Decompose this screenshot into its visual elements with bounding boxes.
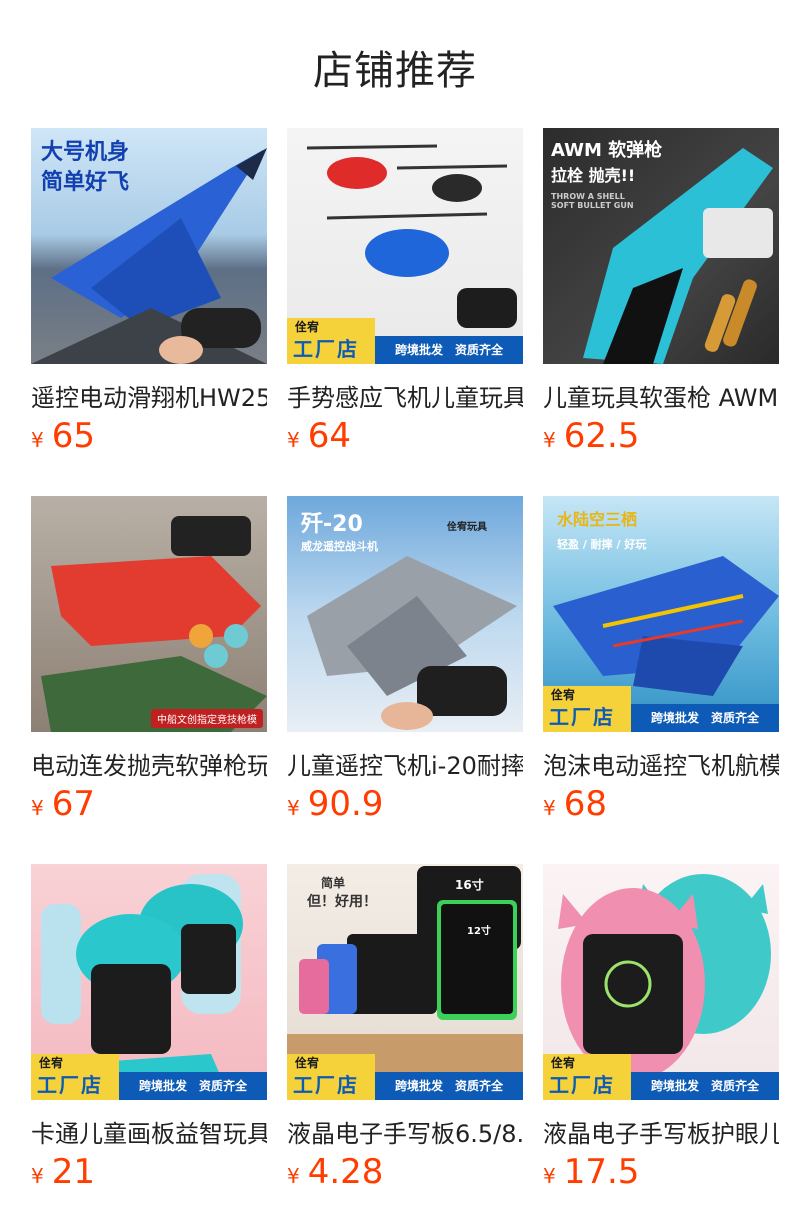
product-card[interactable]: 佺宥 工厂店 跨境批发 资质齐全 手势感应飞机儿童玩具 ¥64 bbox=[287, 128, 523, 456]
product-name[interactable]: 遥控电动滑翔机HW25 bbox=[31, 378, 267, 413]
factory-store-banner: 佺宥 工厂店 跨境批发 资质齐全 bbox=[31, 1054, 267, 1100]
product-name[interactable]: 液晶电子手写板6.5/8.5 bbox=[287, 1114, 523, 1149]
product-name[interactable]: 液晶电子手写板护眼儿童 bbox=[543, 1114, 779, 1149]
overlay-text: 歼-20 威龙遥控战斗机 bbox=[301, 512, 378, 553]
size-label-16: 16寸 bbox=[455, 878, 484, 892]
product-image[interactable]: 歼-20 威龙遥控战斗机 佺宥玩具 bbox=[287, 496, 523, 732]
product-card[interactable]: 中船文创指定竞技枪模 电动连发抛壳软弹枪玩具 ¥67 bbox=[31, 496, 267, 824]
overlay-text: 水陆空三栖 轻盈 / 耐摔 / 好玩 bbox=[557, 510, 647, 551]
product-image[interactable]: 水陆空三栖 轻盈 / 耐摔 / 好玩 佺宥 工厂店 跨境批发 资质齐全 bbox=[543, 496, 779, 732]
product-name[interactable]: 手势感应飞机儿童玩具 bbox=[287, 378, 523, 413]
product-price: ¥64 bbox=[287, 416, 351, 456]
overlay-text: 简单 但！好用！ bbox=[307, 876, 377, 910]
product-image[interactable]: 简单 但！好用！ 16寸 12寸 佺宥 工厂店 跨境批发 资质齐全 bbox=[287, 864, 523, 1100]
product-image[interactable]: 大号机身 简单好飞 bbox=[31, 128, 267, 364]
product-price: ¥17.5 bbox=[543, 1152, 640, 1192]
product-price: ¥65 bbox=[31, 416, 95, 456]
factory-store-banner: 佺宥 工厂店 跨境批发 资质齐全 bbox=[543, 686, 779, 732]
factory-store-banner: 佺宥 工厂店 跨境批发 资质齐全 bbox=[543, 1054, 779, 1100]
overlay-text: AWM 软弹枪 拉栓 抛壳!! THROW A SHELL SOFT BULLE… bbox=[551, 140, 663, 210]
overlay-text: 大号机身 简单好飞 bbox=[41, 140, 130, 195]
brand-tag: 中船文创指定竞技枪模 bbox=[151, 709, 263, 728]
product-card[interactable]: AWM 软弹枪 拉栓 抛壳!! THROW A SHELL SOFT BULLE… bbox=[543, 128, 779, 456]
product-name[interactable]: 泡沫电动遥控飞机航模 bbox=[543, 746, 779, 781]
product-image[interactable]: AWM 软弹枪 拉栓 抛壳!! THROW A SHELL SOFT BULLE… bbox=[543, 128, 779, 364]
product-card[interactable]: 佺宥工厂店 跨境批发 资质齐全 液晶电子手写板护眼儿童 ¥17.5 bbox=[543, 864, 779, 1192]
foam-blaster-illustration bbox=[41, 516, 267, 732]
page-title: 店铺推荐 bbox=[313, 48, 477, 94]
product-card[interactable]: 水陆空三栖 轻盈 / 耐摔 / 好玩 佺宥 工厂店 跨境批发 资质齐全 泡沫电动遥… bbox=[543, 496, 779, 824]
product-price: ¥4.28 bbox=[287, 1152, 384, 1192]
product-price: ¥67 bbox=[31, 784, 95, 824]
product-price: ¥90.9 bbox=[287, 784, 384, 824]
product-card[interactable]: 佺宥 工厂店 跨境批发 资质齐全 卡通儿童画板益智玩具 ¥21 bbox=[31, 864, 267, 1192]
product-image[interactable]: 佺宥 工厂店 跨境批发 资质齐全 bbox=[543, 864, 779, 1100]
product-image[interactable]: 佺宥 工厂店 跨境批发 资质齐全 bbox=[287, 128, 523, 364]
product-name[interactable]: 电动连发抛壳软弹枪玩具 bbox=[31, 746, 267, 781]
factory-store-banner: 佺宥 工厂店 跨境批发 资质齐全 bbox=[287, 318, 523, 364]
product-card[interactable]: 简单 但！好用！ 16寸 12寸 佺宥 工厂店 跨境批发 资质齐全 液晶电子手写板… bbox=[287, 864, 523, 1192]
product-name[interactable]: 儿童玩具软蛋枪 AWM bbox=[543, 378, 779, 413]
product-name[interactable]: 儿童遥控飞机i-20耐摔 bbox=[287, 746, 523, 781]
factory-store-banner: 佺宥 工厂店 跨境批发 资质齐全 bbox=[287, 1054, 523, 1100]
product-card[interactable]: 大号机身 简单好飞 遥控电动滑翔机HW25 ¥65 bbox=[31, 128, 267, 456]
product-price: ¥68 bbox=[543, 784, 607, 824]
product-price: ¥21 bbox=[31, 1152, 95, 1192]
brand-text: 佺宥玩具 bbox=[447, 522, 487, 533]
product-card[interactable]: 歼-20 威龙遥控战斗机 佺宥玩具 儿童遥控飞机i-20耐摔 ¥90.9 bbox=[287, 496, 523, 824]
size-label-12: 12寸 bbox=[467, 926, 491, 937]
product-image[interactable]: 中船文创指定竞技枪模 bbox=[31, 496, 267, 732]
product-name[interactable]: 卡通儿童画板益智玩具 bbox=[31, 1114, 267, 1149]
product-price: ¥62.5 bbox=[543, 416, 640, 456]
product-image[interactable]: 佺宥 工厂店 跨境批发 资质齐全 bbox=[31, 864, 267, 1100]
